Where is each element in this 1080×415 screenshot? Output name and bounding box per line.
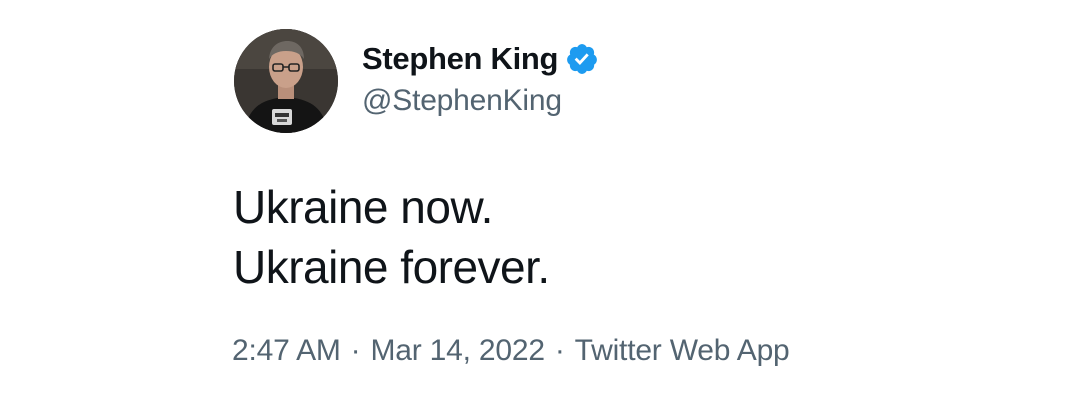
tweet-meta: 2:47 AM · Mar 14, 2022 · Twitter Web App xyxy=(232,334,790,368)
tweet-text: Ukraine now. Ukraine forever. xyxy=(233,177,550,297)
tweet-text-line: Ukraine now. xyxy=(233,181,493,233)
meta-separator: · xyxy=(350,334,361,367)
avatar[interactable] xyxy=(234,29,338,133)
author-handle[interactable]: @StephenKing xyxy=(362,84,562,118)
tweet-source: Twitter Web App xyxy=(574,334,790,367)
tweet-text-line: Ukraine forever. xyxy=(233,241,550,293)
author-row: Stephen King xyxy=(362,38,599,80)
tweet-card: Stephen King @StephenKing Ukraine now. U… xyxy=(0,0,1080,415)
tweet-date[interactable]: Mar 14, 2022 xyxy=(370,334,545,367)
meta-separator: · xyxy=(554,334,565,367)
profile-photo xyxy=(234,29,338,133)
verified-badge-icon xyxy=(567,44,598,74)
display-name[interactable]: Stephen King xyxy=(362,41,558,77)
tweet-time[interactable]: 2:47 AM xyxy=(232,334,341,367)
